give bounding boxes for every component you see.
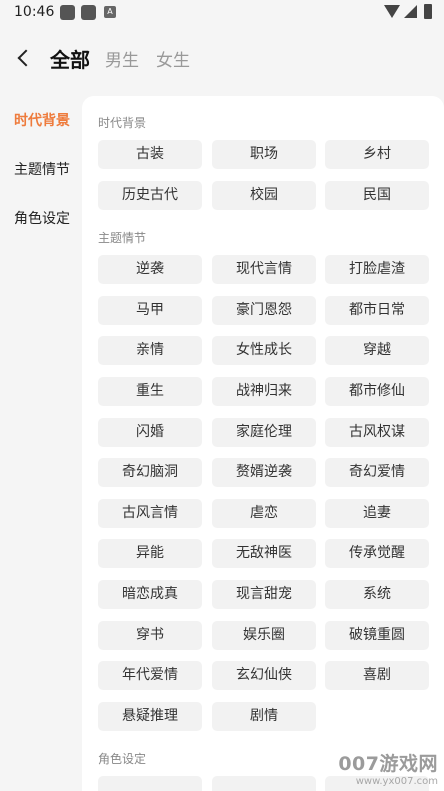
tag-chip[interactable]: 民国: [325, 180, 429, 210]
tag-chip[interactable]: 系统: [325, 580, 429, 609]
tag-chip[interactable]: 女性成长: [212, 336, 316, 366]
tag-chip[interactable]: 追妻: [325, 498, 429, 528]
tag-chip[interactable]: 穿书: [98, 620, 202, 650]
notification-icon: [60, 5, 75, 20]
wifi-icon: [384, 5, 400, 18]
tag-chip[interactable]: 娱乐圈: [212, 620, 316, 650]
chevron-left-icon[interactable]: [17, 49, 35, 67]
tag-chip[interactable]: 重生: [98, 377, 202, 406]
tag-chip[interactable]: 都市修仙: [325, 377, 429, 406]
tag-chip[interactable]: 亲情: [98, 336, 202, 366]
sidebar-item-plot[interactable]: 主题情节: [0, 155, 82, 185]
tag-chip[interactable]: 异能: [98, 539, 202, 569]
tag-chip[interactable]: 无敌神医: [212, 539, 316, 569]
tag-panel: 时代背景 古装 职场 乡村 历史古代 校园 民国 主题情节 逆袭 现代言情 打脸虐渣 马甲 豪门恩怨 都市…: [82, 96, 444, 791]
tag-chip[interactable]: 乡村: [325, 140, 429, 169]
tag-chip[interactable]: 年代爱情: [98, 661, 202, 691]
tag-chip[interactable]: 战神归来: [212, 377, 316, 406]
sidebar-item-character[interactable]: 角色设定: [0, 204, 82, 234]
section-title: 角色设定: [98, 752, 147, 767]
signal-icon: [404, 5, 417, 18]
tag-chip[interactable]: 古风权谋: [325, 417, 429, 447]
tag-chip[interactable]: 暗恋成真: [98, 580, 202, 609]
tab-all[interactable]: 全部: [50, 44, 90, 73]
top-nav: 全部 男生 女生: [0, 26, 444, 96]
sidebar-item-era[interactable]: 时代背景: [0, 106, 82, 136]
tag-chip[interactable]: 玄幻仙侠: [212, 661, 316, 691]
tag-chip[interactable]: 马甲: [98, 295, 202, 325]
section-title: 时代背景: [98, 116, 147, 130]
tag-chip[interactable]: 逆袭: [98, 255, 202, 285]
tag-chip[interactable]: [98, 776, 202, 791]
tag-chip[interactable]: 悬疑推理: [98, 701, 202, 731]
tag-chip[interactable]: 破镜重圆: [325, 620, 429, 650]
tag-chip[interactable]: 穿越: [325, 336, 429, 366]
tag-chip[interactable]: 现言甜宠: [212, 580, 316, 609]
tag-chip[interactable]: [325, 776, 429, 791]
tag-chip[interactable]: 历史古代: [98, 180, 202, 210]
tag-chip[interactable]: 都市日常: [325, 295, 429, 325]
tag-chip[interactable]: 古装: [98, 140, 202, 169]
tag-chip[interactable]: 闪婚: [98, 417, 202, 447]
tag-chip[interactable]: 虐恋: [212, 498, 316, 528]
status-bar: 10:46 A: [0, 0, 444, 26]
tab-male[interactable]: 男生: [105, 46, 139, 71]
tag-chip[interactable]: [212, 776, 316, 791]
tag-chip[interactable]: 职场: [212, 140, 316, 169]
tag-chip[interactable]: 豪门恩怨: [212, 295, 316, 325]
battery-icon: [424, 4, 432, 19]
tag-chip[interactable]: 奇幻爱情: [325, 458, 429, 488]
status-time: 10:46: [14, 4, 55, 20]
tag-chip[interactable]: 校园: [212, 180, 316, 210]
tab-female[interactable]: 女生: [156, 46, 190, 71]
tag-chip[interactable]: 古风言情: [98, 498, 202, 528]
tag-chip[interactable]: 剧情: [212, 701, 316, 731]
tag-chip[interactable]: 家庭伦理: [212, 417, 316, 447]
tag-chip[interactable]: 现代言情: [212, 255, 316, 285]
tag-chip[interactable]: 传承觉醒: [325, 539, 429, 569]
section-title: 主题情节: [98, 231, 147, 246]
tag-chip[interactable]: 赘婿逆袭: [212, 458, 316, 488]
font-a-icon: A: [104, 6, 116, 18]
tag-chip[interactable]: 奇幻脑洞: [98, 458, 202, 488]
tag-chip[interactable]: 喜剧: [325, 661, 429, 691]
notification-icon: [81, 5, 96, 20]
tag-chip[interactable]: 打脸虐渣: [325, 255, 429, 285]
